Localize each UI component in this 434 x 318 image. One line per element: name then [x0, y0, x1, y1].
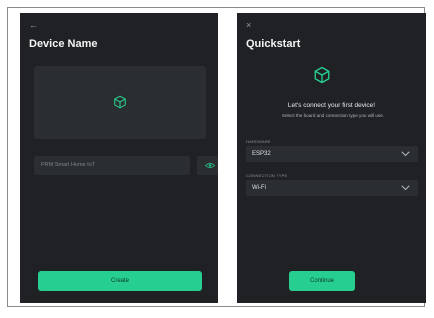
cube-icon — [114, 95, 126, 109]
screen-title: Quickstart — [246, 38, 301, 50]
close-icon[interactable]: × — [246, 21, 251, 30]
eye-icon — [204, 163, 215, 168]
connection-type-select[interactable]: Wi-Fi — [246, 180, 418, 196]
visibility-toggle-button[interactable] — [197, 156, 218, 175]
device-name-screen: ← Device Name PRM Smart Home IoT Create — [20, 13, 218, 303]
cube-icon-wrap — [313, 66, 331, 84]
hardware-label: HARDWARE — [246, 139, 271, 144]
back-arrow-icon[interactable]: ← — [29, 21, 38, 30]
welcome-heading: Let's connect your first device! — [287, 102, 376, 109]
welcome-subtitle: Select the board and connection type you… — [281, 113, 385, 118]
chevron-down-icon — [401, 151, 410, 157]
device-image-placeholder[interactable] — [34, 66, 206, 139]
device-name-input[interactable]: PRM Smart Home IoT — [34, 156, 190, 175]
cube-icon — [314, 66, 330, 84]
hardware-value: ESP32 — [252, 151, 271, 157]
screen-title: Device Name — [29, 38, 98, 50]
quickstart-screen: × Quickstart Let's connect your first de… — [237, 13, 426, 303]
connection-type-value: Wi-Fi — [252, 185, 266, 191]
hardware-select[interactable]: ESP32 — [246, 146, 418, 162]
connection-type-label: CONNECTION TYPE — [246, 173, 288, 178]
chevron-down-icon — [401, 185, 410, 191]
continue-button[interactable]: Continue — [289, 271, 355, 291]
create-button[interactable]: Create — [38, 271, 202, 291]
